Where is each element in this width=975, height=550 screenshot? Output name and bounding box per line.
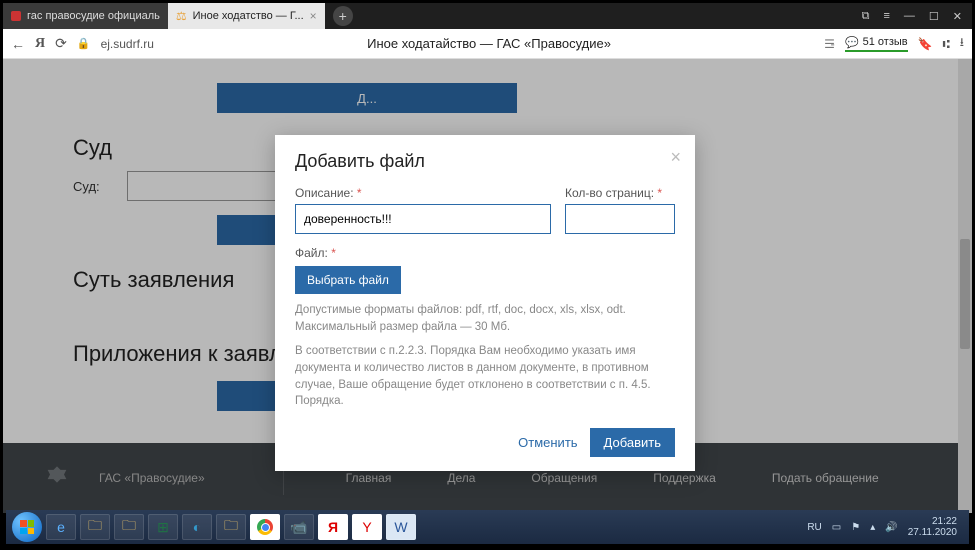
tray-chevron-icon[interactable]: ▴ [870,522,875,533]
extensions-icon[interactable]: ⧉ [862,10,870,23]
choose-file-button[interactable]: Выбрать файл [295,266,401,294]
add-button[interactable]: Добавить [590,428,675,457]
taskbar-yandex-icon[interactable]: Я [318,514,348,540]
close-window-icon[interactable]: ✕ [953,10,962,23]
tab-2-title: Иное ходатство — Г... [193,10,304,22]
tray-date: 27.11.2020 [908,527,957,538]
pages-input[interactable] [565,204,675,234]
maximize-icon[interactable]: ☐ [929,10,939,23]
tab-1[interactable]: гас правосудие официаль [3,3,168,29]
new-tab-button[interactable]: + [333,6,353,26]
allowed-formats-hint: Допустимые форматы файлов: pdf, rtf, doc… [295,302,675,335]
reviews-badge[interactable]: 💬 51 отзыв [845,36,908,52]
modal-title: Добавить файл [295,151,675,172]
windows-taskbar: e 🗀 🗀 ⊞ ◐ 🗀 📹 Я Y W RU ▭ ⚑ ▴ 🔊 21:22 27.… [6,510,969,544]
tray-time: 21:22 [908,516,957,527]
taskbar-ie-icon[interactable]: e [46,514,76,540]
viewport: Д... Суд Суд: Суть заявления Приложения … [3,59,972,513]
taskbar-folder2-icon[interactable]: 🗀 [114,514,144,540]
tab-1-title: гас правосудие официаль [27,10,160,22]
description-label: Описание: * [295,186,551,200]
system-tray: RU ▭ ⚑ ▴ 🔊 21:22 27.11.2020 [807,516,963,538]
pages-label-text: Кол-во страниц: [565,186,654,200]
tray-volume-icon[interactable]: 🔊 [885,522,897,533]
start-button[interactable] [12,512,42,542]
file-label-text: Файл: [295,246,328,260]
choose-file-label: Выбрать файл [307,273,389,287]
close-tab-icon[interactable]: × [310,9,317,23]
tray-flag-icon[interactable]: ▭ [832,522,841,533]
tray-lang[interactable]: RU [807,522,821,533]
taskbar-folder3-icon[interactable]: 🗀 [216,514,246,540]
justice-favicon: ⚖ [176,9,187,23]
translate-icon[interactable]: ☰̵ [824,37,835,51]
tray-clock[interactable]: 21:22 27.11.2020 [908,516,957,538]
url-host[interactable]: ej.sudrf.ru [101,37,154,51]
reload-icon[interactable]: ⟳ [55,35,67,52]
taskbar-app-icon[interactable]: ◐ [182,514,212,540]
taskbar-explorer-icon[interactable]: 🗀 [80,514,110,540]
cancel-button[interactable]: Отменить [518,435,577,450]
yandex-favicon [11,11,21,21]
windows-logo-icon [20,520,34,534]
sidebar-icon[interactable]: ⑆ [943,37,950,51]
rules-hint: В соответствии с п.2.2.3. Порядка Вам не… [295,343,675,410]
taskbar-chrome-icon[interactable] [250,514,280,540]
browser-tabstrip: гас правосудие официаль ⚖ Иное ходатство… [3,3,972,29]
comment-icon: 💬 [845,36,859,49]
modal-close-icon[interactable]: × [670,147,681,168]
reviews-text: 51 отзыв [863,36,908,48]
description-input[interactable] [295,204,551,234]
lock-icon: 🔒 [77,37,91,50]
taskbar-word-icon[interactable]: W [386,514,416,540]
description-label-text: Описание: [295,186,354,200]
yandex-home-icon[interactable]: Я [35,36,45,52]
tab-2-active[interactable]: ⚖ Иное ходатство — Г... × [168,3,325,29]
pages-label: Кол-во страниц: * [565,186,675,200]
page-title: Иное ходатайство — ГАС «Правосудие» [164,36,814,51]
taskbar-yabrowser-icon[interactable]: Y [352,514,382,540]
taskbar-excel-icon[interactable]: ⊞ [148,514,178,540]
download-icon[interactable]: ⭳ [960,33,964,54]
taskbar-skype-icon[interactable]: 📹 [284,514,314,540]
required-star-icon: * [657,186,662,200]
add-file-modal: × Добавить файл Описание: * Кол-во стран… [275,135,695,471]
required-star-icon: * [357,186,362,200]
back-icon[interactable]: ← [11,36,25,52]
address-bar: ← Я ⟳ 🔒 ej.sudrf.ru Иное ходатайство — Г… [3,29,972,59]
tray-action-center-icon[interactable]: ⚑ [851,522,860,533]
file-label: Файл: * [295,246,675,260]
bookmark-icon[interactable]: 🔖 [918,37,933,51]
menu-icon[interactable]: ≡ [883,10,889,22]
required-star-icon: * [331,246,336,260]
minimize-icon[interactable]: — [904,10,915,22]
